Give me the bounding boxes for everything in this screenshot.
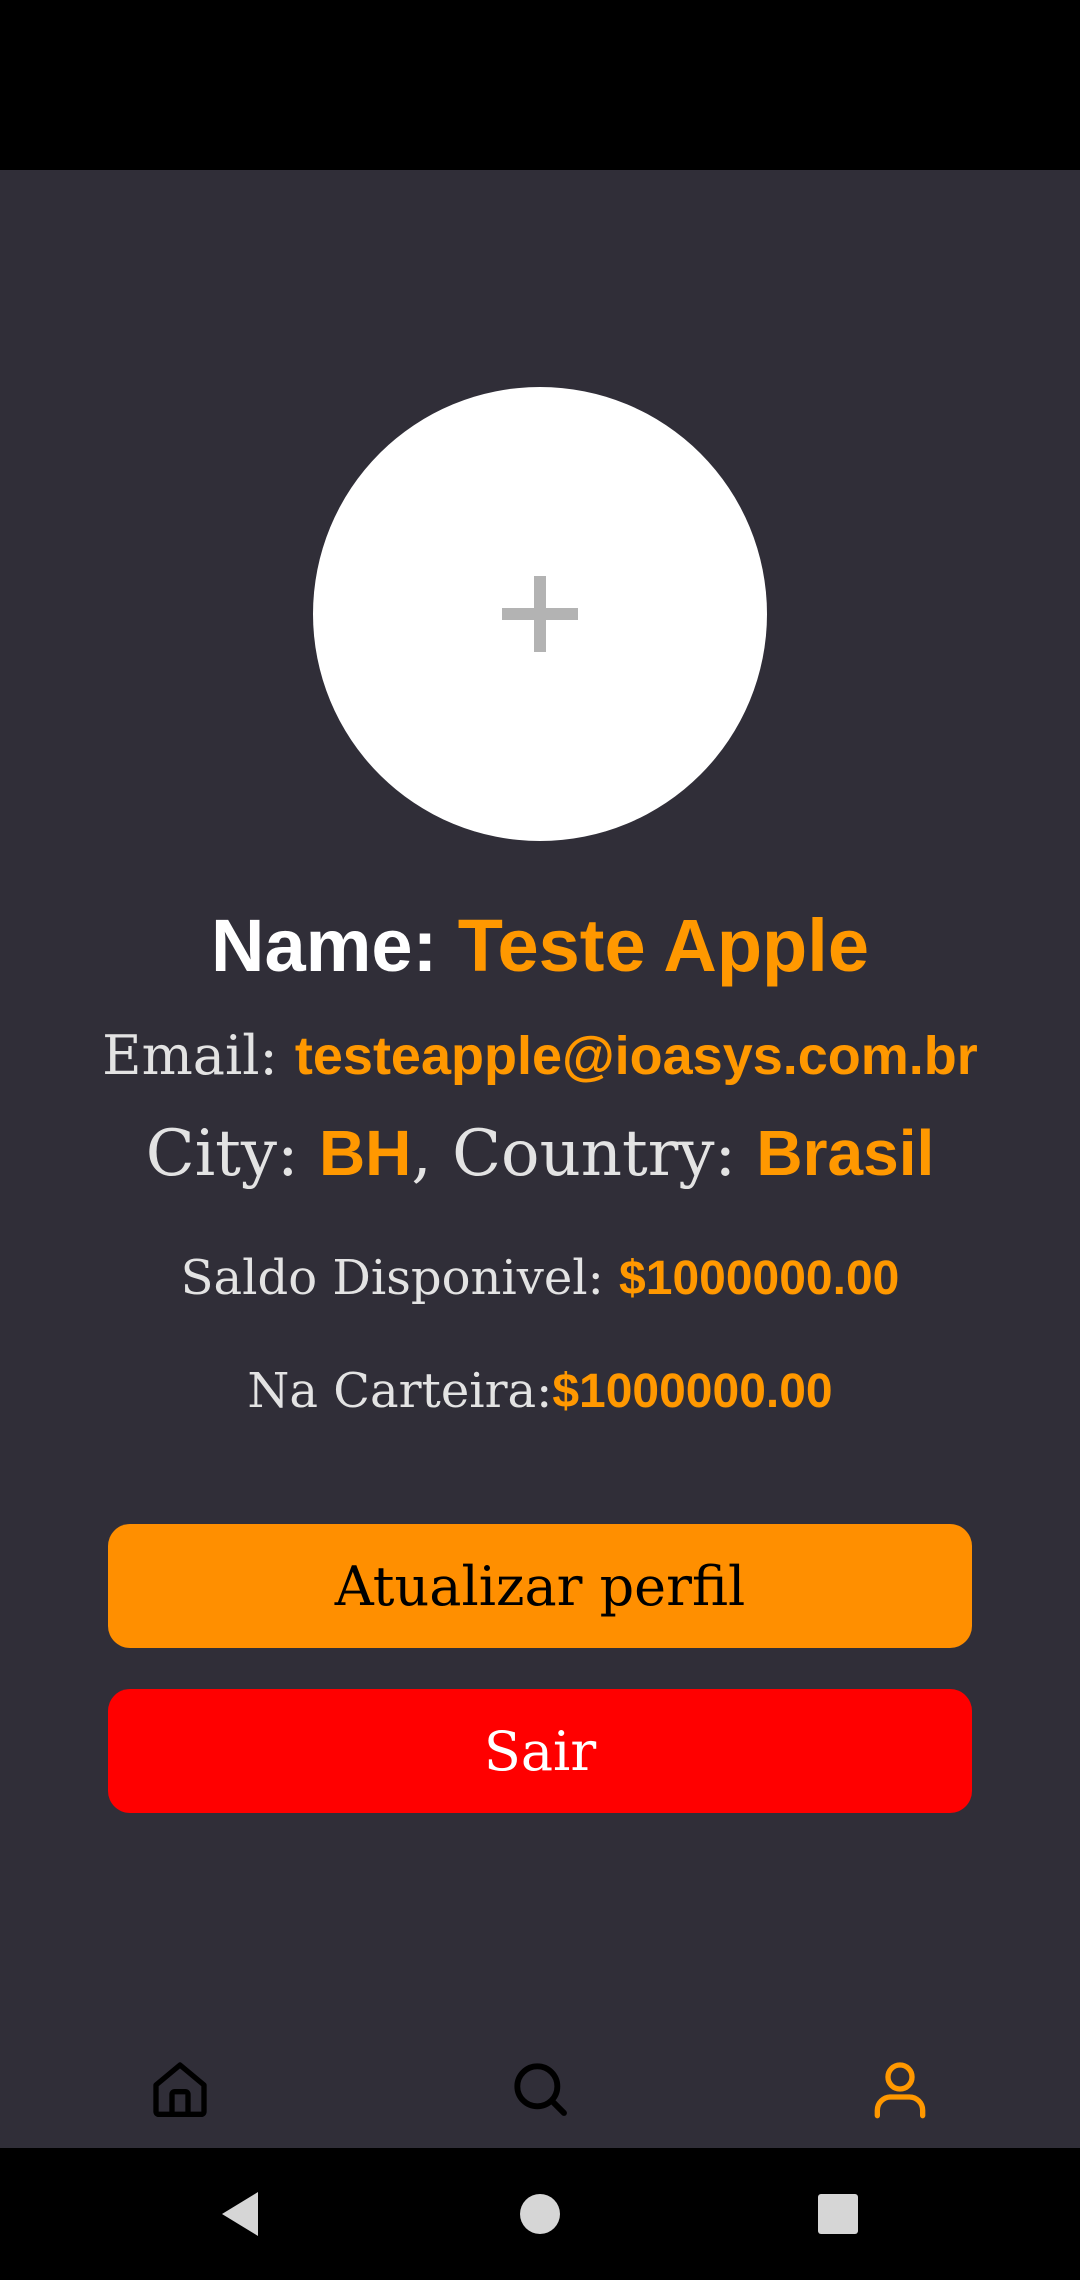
update-profile-button[interactable]: Atualizar perfil bbox=[108, 1524, 972, 1648]
saldo-value: $1000000.00 bbox=[619, 1252, 900, 1305]
bottom-tab-bar bbox=[0, 2030, 1080, 2148]
profile-screen: Name: Teste Apple Email: testeapple@ioas… bbox=[0, 170, 1080, 2148]
search-icon bbox=[514, 2063, 567, 2116]
recents-icon bbox=[818, 2194, 858, 2234]
logout-button[interactable]: Sair bbox=[108, 1689, 972, 1813]
name-label: Name: bbox=[211, 904, 458, 987]
email-label: Email: bbox=[102, 1024, 295, 1087]
available-balance: Saldo Disponivel: $1000000.00 bbox=[0, 1250, 1080, 1306]
email-value: testeapple@ioasys.com.br bbox=[294, 1026, 978, 1086]
country-value: Brasil bbox=[756, 1117, 935, 1189]
profile-email: Email: testeapple@ioasys.com.br bbox=[0, 1024, 1080, 1087]
country-label: , Country: bbox=[411, 1117, 757, 1191]
wallet-balance: Na Carteira:$1000000.00 bbox=[0, 1363, 1080, 1419]
system-recents-button[interactable] bbox=[788, 2172, 888, 2256]
avatar-upload-button[interactable] bbox=[313, 387, 767, 841]
carteira-label: Na Carteira: bbox=[247, 1363, 553, 1419]
name-value: Teste Apple bbox=[457, 904, 869, 987]
system-back-button[interactable] bbox=[190, 2172, 290, 2256]
system-home-button[interactable] bbox=[490, 2172, 590, 2256]
saldo-label: Saldo Disponivel: bbox=[180, 1250, 620, 1306]
user-icon bbox=[874, 2062, 926, 2119]
home-icon bbox=[153, 2062, 207, 2117]
tab-search[interactable] bbox=[480, 2030, 600, 2148]
plus-icon bbox=[502, 576, 578, 652]
carteira-value: $1000000.00 bbox=[552, 1365, 833, 1418]
city-value: BH bbox=[318, 1117, 412, 1189]
profile-location: City: BH, Country: Brasil bbox=[0, 1116, 1080, 1191]
tab-profile[interactable] bbox=[840, 2030, 960, 2148]
status-bar bbox=[0, 0, 1080, 170]
profile-name: Name: Teste Apple bbox=[0, 903, 1080, 988]
home-circle-icon bbox=[520, 2194, 560, 2234]
tab-home[interactable] bbox=[120, 2030, 240, 2148]
system-navigation-bar bbox=[0, 2148, 1080, 2280]
city-label: City: bbox=[145, 1117, 319, 1191]
back-icon bbox=[222, 2192, 258, 2236]
